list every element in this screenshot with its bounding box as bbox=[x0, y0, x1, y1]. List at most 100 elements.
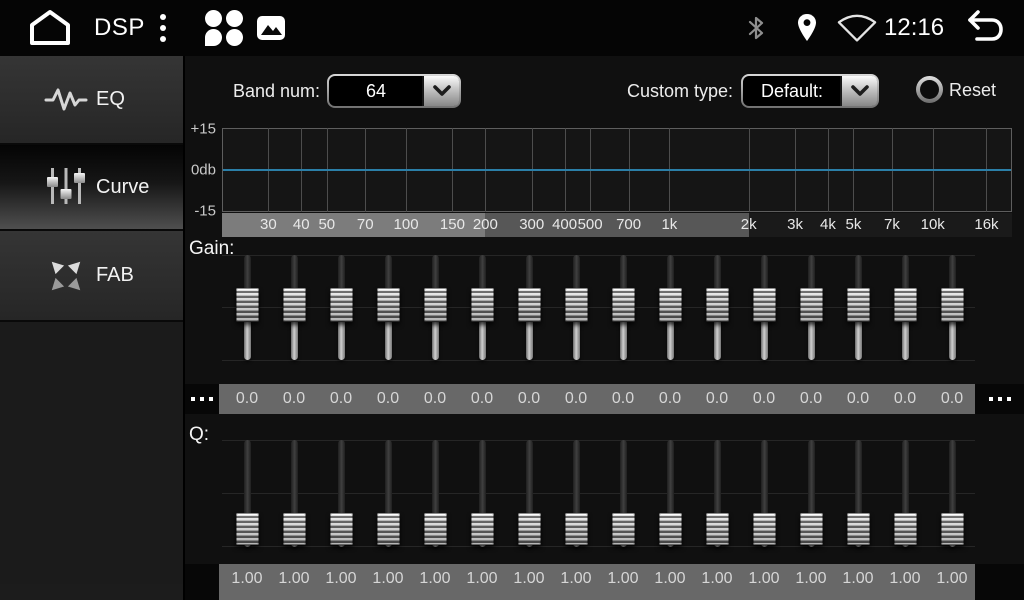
q-slider[interactable] bbox=[835, 440, 881, 547]
slider-thumb[interactable] bbox=[283, 288, 306, 322]
freq-tick-label: 7k bbox=[884, 213, 900, 237]
slider-thumb[interactable] bbox=[377, 288, 400, 322]
slider-thumb[interactable] bbox=[706, 513, 729, 545]
gain-slider[interactable] bbox=[929, 255, 975, 360]
slider-track-lower bbox=[479, 320, 486, 360]
slider-thumb[interactable] bbox=[565, 513, 588, 545]
slider-thumb[interactable] bbox=[330, 288, 353, 322]
q-page-next-button[interactable] bbox=[975, 564, 1024, 600]
chevron-down-icon[interactable] bbox=[422, 76, 459, 106]
q-slider[interactable] bbox=[694, 440, 740, 547]
q-value: 1.00 bbox=[936, 570, 967, 588]
slider-thumb[interactable] bbox=[236, 288, 259, 322]
q-value: 1.00 bbox=[325, 570, 356, 588]
slider-track-upper bbox=[526, 440, 533, 515]
gain-slider[interactable] bbox=[882, 255, 928, 360]
slider-thumb[interactable] bbox=[612, 513, 635, 545]
slider-thumb[interactable] bbox=[236, 513, 259, 545]
q-slider[interactable] bbox=[318, 440, 364, 547]
slider-thumb[interactable] bbox=[471, 288, 494, 322]
slider-thumb[interactable] bbox=[659, 513, 682, 545]
freq-tick-label: 5k bbox=[846, 213, 862, 237]
reset-radio-button[interactable] bbox=[916, 76, 943, 103]
gain-slider[interactable] bbox=[271, 255, 317, 360]
slider-thumb[interactable] bbox=[941, 513, 964, 545]
slider-thumb[interactable] bbox=[330, 513, 353, 545]
slider-track-upper bbox=[526, 255, 533, 290]
slider-thumb[interactable] bbox=[894, 513, 917, 545]
q-value: 1.00 bbox=[701, 570, 732, 588]
q-page-prev-button[interactable] bbox=[185, 564, 219, 600]
sidebar-item-fab[interactable]: FAB bbox=[0, 231, 183, 322]
gain-page-next-button[interactable] bbox=[975, 384, 1024, 414]
slider-thumb[interactable] bbox=[753, 513, 776, 545]
gain-slider[interactable] bbox=[694, 255, 740, 360]
q-slider[interactable] bbox=[882, 440, 928, 547]
gain-slider[interactable] bbox=[600, 255, 646, 360]
slider-thumb[interactable] bbox=[659, 288, 682, 322]
slider-track-upper bbox=[291, 255, 298, 290]
slider-thumb[interactable] bbox=[424, 513, 447, 545]
sidebar-item-eq[interactable]: EQ bbox=[0, 56, 183, 145]
gain-value: 0.0 bbox=[424, 390, 446, 408]
sidebar-item-curve[interactable]: Curve bbox=[0, 145, 183, 231]
gain-slider[interactable] bbox=[224, 255, 270, 360]
slider-thumb[interactable] bbox=[283, 513, 306, 545]
q-slider[interactable] bbox=[271, 440, 317, 547]
freq-tick-label: 3k bbox=[787, 213, 803, 237]
gallery-button[interactable] bbox=[257, 0, 285, 56]
gain-slider[interactable] bbox=[553, 255, 599, 360]
slider-thumb[interactable] bbox=[518, 513, 541, 545]
gain-slider[interactable] bbox=[835, 255, 881, 360]
gain-value: 0.0 bbox=[565, 390, 587, 408]
gain-slider[interactable] bbox=[647, 255, 693, 360]
slider-thumb[interactable] bbox=[377, 513, 400, 545]
gain-page-prev-button[interactable] bbox=[185, 384, 219, 414]
q-slider[interactable] bbox=[459, 440, 505, 547]
back-button[interactable] bbox=[962, 0, 1008, 56]
gain-slider[interactable] bbox=[318, 255, 364, 360]
overflow-menu-button[interactable] bbox=[160, 0, 166, 56]
band-num-dropdown[interactable]: 64 bbox=[327, 74, 461, 108]
gain-slider[interactable] bbox=[459, 255, 505, 360]
gain-slider[interactable] bbox=[788, 255, 834, 360]
slider-thumb[interactable] bbox=[800, 513, 823, 545]
chevron-down-icon[interactable] bbox=[840, 76, 877, 106]
slider-thumb[interactable] bbox=[753, 288, 776, 322]
custom-type-dropdown[interactable]: Default: bbox=[741, 74, 879, 108]
slider-thumb[interactable] bbox=[612, 288, 635, 322]
q-slider[interactable] bbox=[741, 440, 787, 547]
slider-thumb[interactable] bbox=[706, 288, 729, 322]
q-value: 1.00 bbox=[372, 570, 403, 588]
slider-thumb[interactable] bbox=[847, 288, 870, 322]
q-slider[interactable] bbox=[929, 440, 975, 547]
slider-thumb[interactable] bbox=[800, 288, 823, 322]
slider-thumb[interactable] bbox=[518, 288, 541, 322]
slider-track-lower bbox=[291, 320, 298, 360]
gain-slider[interactable] bbox=[365, 255, 411, 360]
gain-slider[interactable] bbox=[741, 255, 787, 360]
q-slider[interactable] bbox=[224, 440, 270, 547]
q-value: 1.00 bbox=[654, 570, 685, 588]
slider-thumb[interactable] bbox=[424, 288, 447, 322]
slider-track-lower bbox=[714, 320, 721, 360]
q-slider[interactable] bbox=[506, 440, 552, 547]
q-slider[interactable] bbox=[788, 440, 834, 547]
q-slider[interactable] bbox=[647, 440, 693, 547]
q-slider[interactable] bbox=[553, 440, 599, 547]
gain-slider[interactable] bbox=[506, 255, 552, 360]
slider-thumb[interactable] bbox=[941, 288, 964, 322]
apps-button[interactable] bbox=[205, 0, 243, 56]
slider-track-upper bbox=[808, 255, 815, 290]
q-slider[interactable] bbox=[600, 440, 646, 547]
gain-value: 0.0 bbox=[471, 390, 493, 408]
gain-value: 0.0 bbox=[236, 390, 258, 408]
home-button[interactable] bbox=[26, 0, 74, 56]
slider-thumb[interactable] bbox=[894, 288, 917, 322]
slider-thumb[interactable] bbox=[847, 513, 870, 545]
slider-thumb[interactable] bbox=[565, 288, 588, 322]
q-slider[interactable] bbox=[412, 440, 458, 547]
q-slider[interactable] bbox=[365, 440, 411, 547]
slider-thumb[interactable] bbox=[471, 513, 494, 545]
gain-slider[interactable] bbox=[412, 255, 458, 360]
